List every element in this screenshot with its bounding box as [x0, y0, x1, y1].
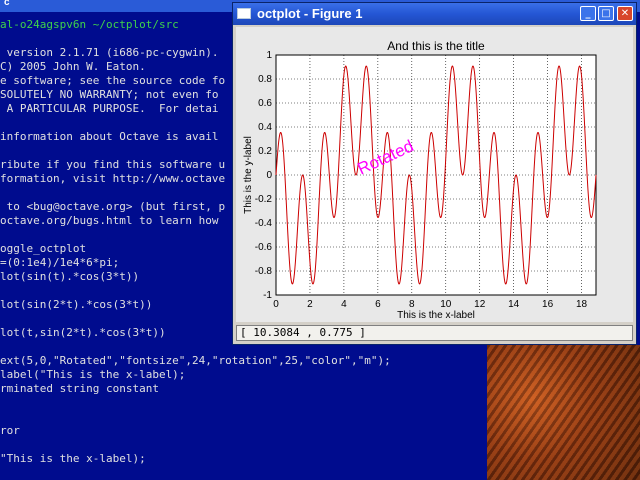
chart-title: And this is the title — [387, 39, 485, 53]
terminal-line: ext(5,0,"Rotated","fontsize",24,"rotatio… — [0, 354, 391, 367]
x-tick-label: 10 — [440, 299, 452, 310]
terminal-line: lot(sin(t).*cos(3*t)) — [0, 270, 140, 283]
figure-window[interactable]: octplot - Figure 1 _ □ ✕ 0 2 4 6 8 10 12 14 16 18… — [232, 2, 637, 345]
window-icon — [237, 8, 251, 19]
terminal-line: "This is the x-label); — [0, 452, 146, 465]
x-tick-label: 14 — [508, 299, 520, 310]
x-tick-label: 16 — [542, 299, 554, 310]
y-tick-label: 0.4 — [258, 122, 272, 133]
y-tick-label: -1 — [263, 290, 272, 301]
terminal-line: C) 2005 John W. Eaton. — [0, 60, 146, 73]
y-tick-label: 0.8 — [258, 74, 272, 85]
y-tick-label: -0.4 — [255, 218, 273, 229]
terminal-line: =(0:1e4)/1e4*6*pi; — [0, 256, 120, 269]
terminal-line: version 2.1.71 (i686-pc-cygwin). — [0, 46, 219, 59]
line-chart[interactable]: 0 2 4 6 8 10 12 14 16 18 -1 -0.8 -0.6 -0.4 -0.2 0 0.2 0.4… — [236, 27, 633, 322]
close-button[interactable]: ✕ — [617, 6, 633, 21]
figure-titlebar[interactable]: octplot - Figure 1 _ □ ✕ — [233, 3, 636, 25]
status-bar: [ 10.3084 , 0.775 ] — [236, 325, 633, 341]
terminal-line: al-o24agspv6n ~/octplot/src — [0, 18, 179, 31]
terminal-line: e software; see the source code fo — [0, 74, 226, 87]
terminal-line: octave.org/bugs.html to learn how — [0, 214, 219, 227]
y-tick-label: 0.2 — [258, 146, 272, 157]
cursor-coordinates: [ 10.3084 , 0.775 ] — [240, 326, 366, 339]
x-tick-label: 18 — [576, 299, 588, 310]
terminal-line: A PARTICULAR PURPOSE. For detai — [0, 102, 219, 115]
terminal-line: lot(sin(2*t).*cos(3*t)) — [0, 298, 153, 311]
x-tick-label: 6 — [375, 299, 381, 310]
plot-canvas[interactable]: 0 2 4 6 8 10 12 14 16 18 -1 -0.8 -0.6 -0.4 -0.2 0 0.2 0.4… — [236, 27, 633, 322]
terminal-line: formation, visit http://www.octave — [0, 172, 226, 185]
minimize-button[interactable]: _ — [580, 6, 596, 21]
terminal-line: lot(t,sin(2*t).*cos(3*t)) — [0, 326, 166, 339]
terminal-line: oggle_octplot — [0, 242, 87, 255]
y-tick-label: 0.6 — [258, 98, 272, 109]
figure-title: octplot - Figure 1 — [257, 6, 363, 21]
y-axis-label: This is the y-label — [243, 136, 254, 214]
x-tick-label: 4 — [341, 299, 347, 310]
x-tick-label: 2 — [307, 299, 313, 310]
terminal-line: ror — [0, 424, 20, 437]
terminal-line: label("This is the x-label); — [0, 368, 186, 381]
terminal-line: information about Octave is avail — [0, 130, 219, 143]
x-tick-label: 8 — [409, 299, 415, 310]
terminal-line: ribute if you find this software u — [0, 158, 226, 171]
x-axis-label: This is the x-label — [397, 310, 475, 321]
y-tick-label: -0.8 — [255, 266, 273, 277]
terminal-line: to <bug@octave.org> (but first, p — [0, 200, 226, 213]
y-tick-label: -0.2 — [255, 194, 273, 205]
x-tick-label: 12 — [474, 299, 486, 310]
maximize-button[interactable]: □ — [598, 6, 614, 21]
y-tick-label: 1 — [266, 50, 272, 61]
desktop-wallpaper — [487, 345, 640, 480]
terminal-line: rminated string constant — [0, 382, 159, 395]
terminal-title: c — [4, 0, 10, 8]
y-tick-label: -0.6 — [255, 242, 273, 253]
y-tick-label: 0 — [266, 170, 272, 181]
terminal-line: SOLUTELY NO WARRANTY; not even fo — [0, 88, 219, 101]
x-tick-label: 0 — [273, 299, 279, 310]
